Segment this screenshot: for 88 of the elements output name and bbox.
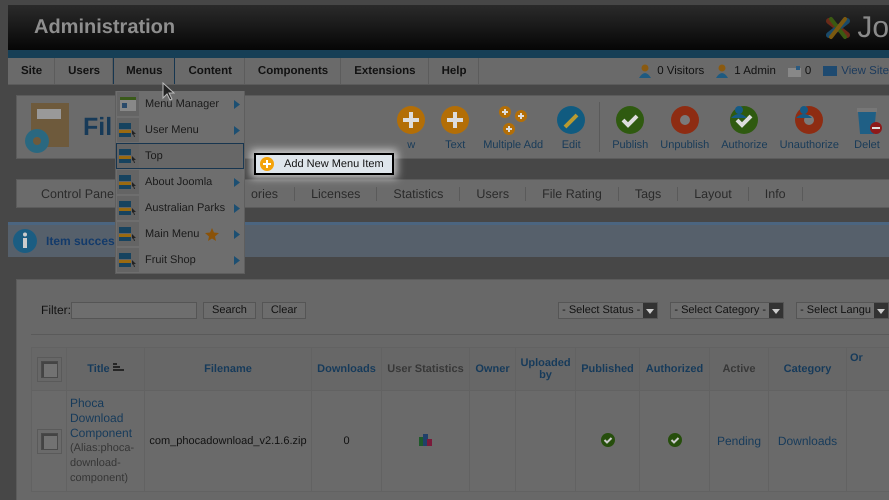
view-site-link[interactable]: View Site [841,65,889,77]
title-link[interactable]: Phoca Download Component [70,396,141,441]
menu-list-icon [119,227,137,241]
toolbar-button[interactable]: Unauthorize [774,104,845,150]
toolbar-button[interactable]: Text [433,104,478,150]
tab[interactable]: Licenses [295,186,378,200]
toolbar-button[interactable]: Unpublish [654,104,716,150]
toolbar-button[interactable]: Edit [549,104,594,150]
arrow-right-icon [234,100,240,108]
window-icon [120,97,136,111]
column-header[interactable]: Category [784,363,832,375]
tab[interactable]: Tags [618,186,678,200]
arrow-right-icon [234,126,240,134]
menu-list-icon [119,253,137,267]
logo-text: Jo [857,12,889,42]
toolbar-button[interactable]: w [389,104,434,150]
caret-icon [643,302,658,318]
caret-icon [769,302,784,318]
nav-menu-item[interactable]: Menus [113,58,176,84]
table-cell: com_phocadownload_v2.1.6.zip [144,390,312,492]
toolbar-button[interactable]: Authorize [715,104,774,150]
select-dropdown[interactable]: - Select Category - [670,302,784,318]
status-text: 0 [804,65,812,77]
menu-list-icon [119,123,137,137]
nav-menu-item[interactable]: Components [244,58,342,84]
plus-icons-icon [497,104,530,136]
users-icon [639,64,654,78]
column-header[interactable]: Or [850,352,863,364]
page-title: Fil [83,112,112,142]
user-ring-icon [793,104,826,136]
arrow-right-icon [234,178,240,186]
nav-menu-item[interactable]: Extensions [341,58,429,84]
tab[interactable]: Layout [678,186,749,200]
nav-menu-item[interactable]: Help [428,58,480,84]
filter-label: Filter: [41,303,71,317]
table-cell: Pending [710,390,768,492]
cursor-icon [162,82,175,101]
menu-list-icon [119,149,137,163]
star-icon [205,228,220,240]
screen-icon [823,66,838,76]
arrow-right-icon [234,256,240,264]
check-icon [614,104,646,136]
sort-icon [112,363,124,372]
tab[interactable]: Info [748,186,803,200]
mail-icon [788,66,801,76]
plus-icon [395,104,428,136]
select-dropdown[interactable]: - Select Status - [558,302,658,318]
tab[interactable]: Users [460,186,526,200]
column-header[interactable]: Filename [204,363,252,375]
filter-field[interactable] [71,302,197,318]
checkbox[interactable] [40,360,58,378]
user-check-icon [728,104,760,136]
stats-icon[interactable] [419,434,432,446]
window-title: Administration [34,16,176,39]
nav-menu-item[interactable]: Content [175,58,245,84]
caret-icon [874,302,888,318]
table-cell: 0 [312,390,382,492]
table-cell: Downloads [768,390,846,492]
status-text: 1 Admin [734,65,776,77]
menu-item[interactable]: User Menu [116,117,244,143]
menu-item[interactable]: Main Menu [116,221,244,247]
status-text: 0 Visitors [657,65,704,77]
filter-button[interactable]: Search [203,302,256,318]
toolbar-button[interactable]: Delet [845,104,889,150]
filter-button[interactable]: Clear [262,302,306,318]
plus-icon [260,157,274,171]
arrow-right-icon [234,204,240,212]
checkbox[interactable] [40,432,58,450]
menu-item[interactable]: Add New Menu Item [254,153,394,175]
menu-item[interactable]: Menu Manager [116,91,244,117]
select-dropdown[interactable]: - Select Langu [796,302,889,318]
tab[interactable]: File Rating [526,186,619,200]
menu-list-icon [119,175,137,189]
user-icon [716,64,730,78]
menu-item[interactable]: Top [116,143,244,169]
column-header[interactable]: Title [87,363,124,375]
arrow-right-icon [234,230,240,238]
message-text: Item succes [46,234,115,248]
tab[interactable]: Statistics [377,186,460,200]
info-icon [12,228,38,254]
plus-icon [439,104,472,136]
toolbar-button[interactable]: Publish [606,104,654,150]
nav-menu-item[interactable]: Site [8,58,56,84]
menu-list-icon [119,201,137,215]
ring-icon [668,104,701,136]
menu-item[interactable]: Fruit Shop [116,247,244,273]
pencil-icon [555,104,588,136]
toolbar-button[interactable]: Multiple Add [477,104,550,150]
